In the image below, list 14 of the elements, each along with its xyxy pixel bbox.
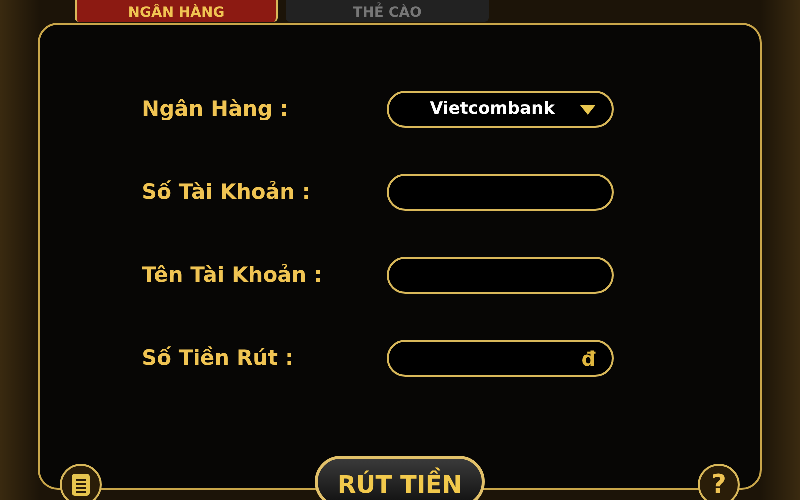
bank-dropdown[interactable]: Vietcombank [387,91,614,128]
field-label: Ngân Hàng : [142,96,290,123]
field-label: Số Tài Khoản : [142,178,312,206]
withdraw-button[interactable]: RÚT TIỀN [315,456,485,500]
document-icon [71,473,91,497]
input-field[interactable] [387,257,614,294]
currency-sign: đ [582,346,596,372]
tab[interactable]: THẺ CÀO [286,0,489,22]
caret-icon [580,104,596,114]
field-label: Số Tiền Rút : [142,344,295,372]
input-field[interactable]: đ [387,340,614,377]
tab[interactable]: NGÂN HÀNG [75,0,278,22]
field-label: Tên Tài Khoản : [142,262,324,289]
input-field[interactable] [387,174,614,211]
